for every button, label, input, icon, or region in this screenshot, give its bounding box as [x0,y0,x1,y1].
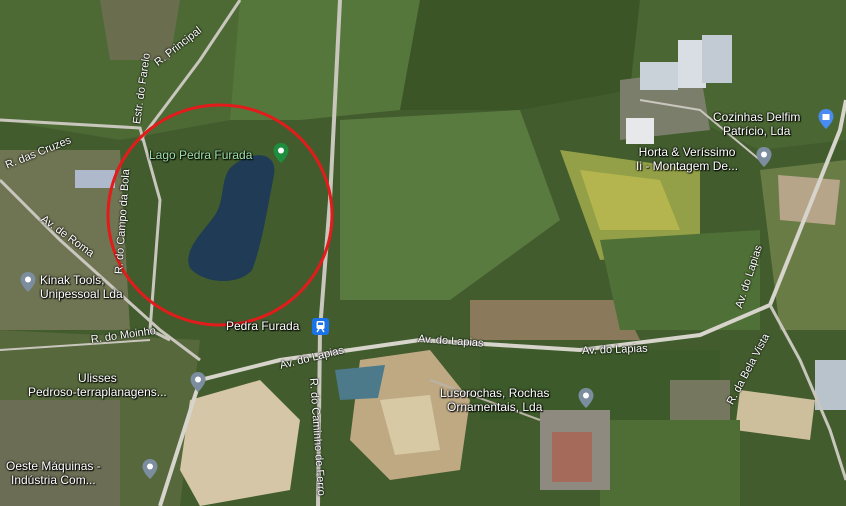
pin-icon[interactable] [20,272,36,292]
pin-icon[interactable] [756,147,772,167]
station-label[interactable]: Pedra Furada [226,319,299,333]
place-label-kinak-tools[interactable]: Kinak Tools, Unipessoal Lda [40,273,123,301]
map-view[interactable]: Lago Pedra Furada Pedra Furada Cozinhas … [0,0,846,506]
pin-icon[interactable] [142,459,158,479]
place-name: Oeste Máquinas - Indústria Com... [6,459,101,487]
satellite-imagery [0,0,846,506]
park-pin-icon[interactable] [273,143,289,163]
train-station-icon[interactable] [312,318,329,335]
place-name: Horta & Veríssimo Ii - Montagem De... [636,145,739,173]
place-name: Lusorochas, Rochas Ornamentais, Lda [440,386,550,414]
place-label-ulisses-pedroso[interactable]: Ulisses Pedroso-terraplanagens... [28,371,167,399]
pin-icon[interactable] [190,372,206,392]
place-label-lusorochas[interactable]: Lusorochas, Rochas Ornamentais, Lda [440,386,549,414]
place-label-horta-verissimo[interactable]: Horta & Veríssimo Ii - Montagem De... [636,145,738,173]
pin-icon[interactable] [578,388,594,408]
place-name: Ulisses Pedroso-terraplanagens... [28,371,167,399]
place-name: Kinak Tools, Unipessoal Lda [40,273,123,301]
place-name: Cozinhas Delfim Patrício, Lda [713,110,801,138]
place-label-cozinhas-delfim[interactable]: Cozinhas Delfim Patrício, Lda [713,110,800,138]
lake-label[interactable]: Lago Pedra Furada [149,148,252,162]
place-label-oeste-maquinas[interactable]: Oeste Máquinas - Indústria Com... [6,459,101,487]
road-label: Av. do Lapias [581,342,648,357]
shopping-bag-icon[interactable] [818,109,834,129]
